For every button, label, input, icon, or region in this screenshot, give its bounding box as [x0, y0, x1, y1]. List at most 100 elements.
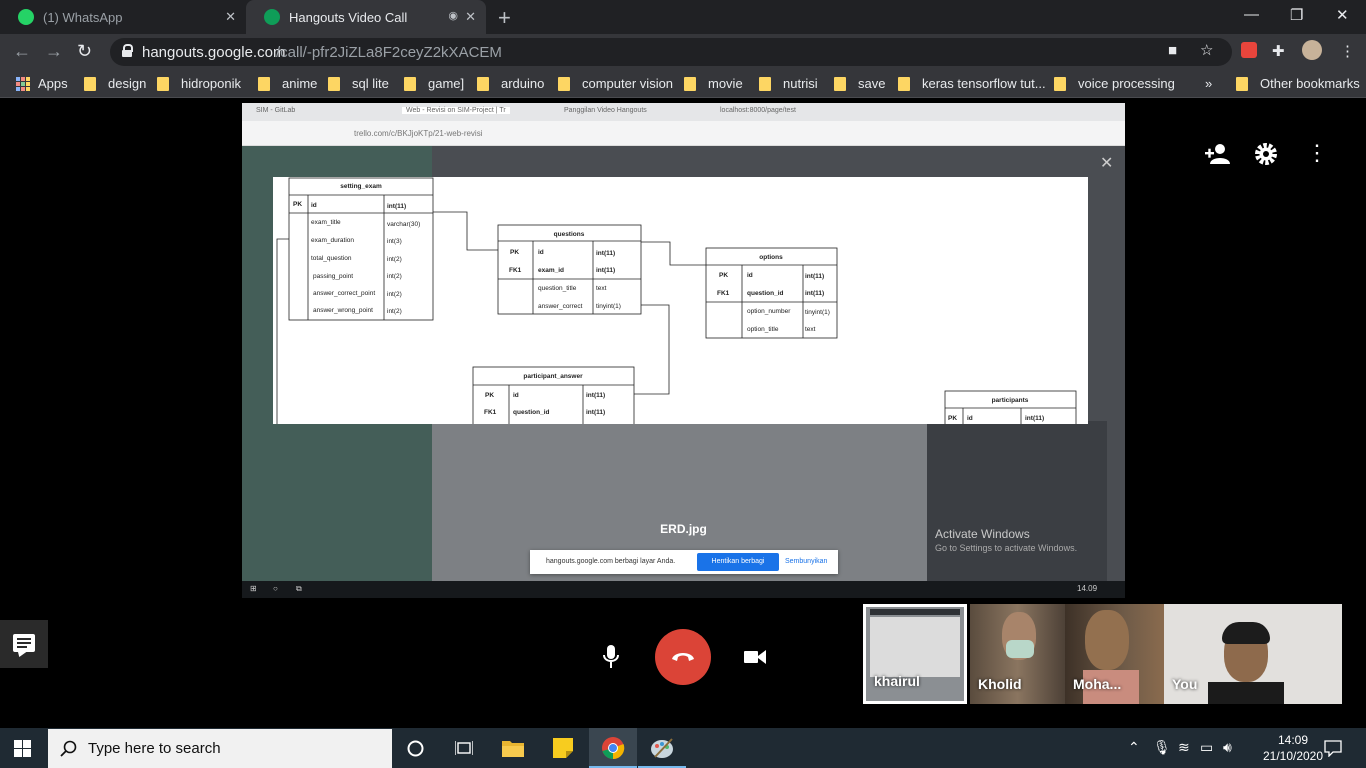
bookmark-voice-processing[interactable]: voice processing — [1054, 76, 1175, 91]
hide-button[interactable]: Sembunyikan — [785, 558, 827, 565]
forward-icon[interactable]: → — [45, 41, 63, 62]
bookmark-design[interactable]: design — [84, 76, 146, 91]
erd-field: exam_title — [311, 219, 341, 226]
close-window-icon[interactable]: ✕ — [1336, 6, 1349, 24]
bookmark-save[interactable]: save — [834, 76, 885, 91]
file-explorer-button[interactable] — [489, 728, 537, 768]
cortana-button[interactable] — [392, 728, 440, 768]
hang-up-button[interactable] — [655, 629, 711, 685]
volume-icon[interactable]: 🔊︎ — [1223, 739, 1232, 756]
stop-sharing-button[interactable]: Hentikan berbagi — [697, 553, 779, 571]
notifications-icon[interactable] — [1324, 740, 1342, 757]
bookmark-other[interactable]: Other bookmarks — [1236, 76, 1360, 91]
bookmark-game[interactable]: game] — [404, 76, 464, 91]
folder-icon — [477, 76, 489, 91]
erd-type: int(11) — [596, 267, 615, 274]
url-path: /call/-pfr2JiZLa8F2ceyZ2kXACEM — [276, 44, 502, 61]
erd-key: FK1 — [484, 409, 497, 416]
erd-key: FK1 — [509, 267, 522, 274]
settings-gear-icon[interactable] — [1255, 143, 1277, 165]
erd-table-title: options — [759, 254, 783, 261]
erd-field: answer_correct — [538, 303, 583, 310]
taskbar-date[interactable]: 21/10/2020 — [1262, 749, 1324, 763]
recording-indicator-icon: ◉ — [448, 10, 458, 22]
extension-icon[interactable] — [1241, 42, 1257, 58]
profile-avatar[interactable] — [1302, 40, 1322, 60]
participant-thumbnail-you[interactable]: You — [1164, 604, 1342, 704]
paint-button[interactable] — [638, 728, 686, 768]
reload-icon[interactable]: ↻ — [77, 41, 92, 62]
participant-thumbnail-khairul[interactable]: khairul — [863, 604, 967, 704]
bookmark-apps[interactable]: Apps — [16, 76, 68, 91]
erd-table-title: questions — [554, 231, 585, 238]
bookmark-star-icon[interactable]: ☆ — [1200, 41, 1213, 59]
erd-field: total_question — [311, 255, 352, 262]
folder-icon — [404, 76, 416, 91]
shared-tab: SIM - GitLab — [256, 107, 296, 114]
erd-field: answer_correct_point — [313, 290, 375, 297]
participant-thumbnail-kholid[interactable]: Kholid — [970, 604, 1065, 704]
bookmark-hidroponik[interactable]: hidroponik — [157, 76, 241, 91]
hangouts-call-area: ⋮ SIM - GitLab Web - Revisi on SIM-Proje… — [0, 98, 1366, 728]
task-view-icon — [455, 741, 473, 755]
bookmark-label: » — [1205, 76, 1213, 91]
bookmark-keras[interactable]: keras tensorflow tut... — [898, 76, 1046, 91]
bookmark-label: arduino — [501, 76, 545, 91]
viewer-close-icon[interactable]: ✕ — [1100, 153, 1113, 173]
screen-root: (1) WhatsApp ✕ Hangouts Video Call ◉ ✕ +… — [0, 0, 1366, 768]
extensions-puzzle-icon[interactable]: ✚ — [1272, 42, 1285, 60]
participant-hair — [1222, 622, 1270, 644]
bookmark-computer-vision[interactable]: computer vision — [558, 76, 673, 91]
paint-palette-icon — [651, 738, 673, 758]
erd-type: text — [596, 285, 607, 292]
search-icon — [60, 740, 77, 757]
address-bar[interactable]: hangouts.google.com /call/-pfr2JiZLa8F2c… — [110, 38, 1232, 66]
tab-whatsapp[interactable]: (1) WhatsApp ✕ — [0, 0, 246, 34]
erd-key: FK1 — [717, 290, 730, 297]
erd-type: int(11) — [596, 250, 615, 257]
folder-icon — [84, 76, 96, 91]
erd-field: passing_point — [313, 273, 353, 280]
erd-key: PK — [948, 415, 957, 422]
chat-button[interactable] — [0, 620, 48, 668]
browser-menu-icon[interactable]: ⋮ — [1340, 42, 1355, 60]
chrome-button[interactable] — [589, 728, 637, 768]
bookmarks-overflow-button[interactable]: » — [1205, 76, 1212, 91]
back-icon[interactable]: ← — [13, 41, 31, 62]
add-person-icon[interactable] — [1205, 143, 1231, 165]
show-hidden-icons-icon[interactable]: ⌃ — [1128, 739, 1140, 756]
camera-icon[interactable]: ■ — [1168, 42, 1177, 59]
close-tab-icon[interactable]: ✕ — [465, 9, 476, 25]
sticky-notes-button[interactable] — [539, 728, 587, 768]
tab-hangouts[interactable]: Hangouts Video Call ◉ ✕ — [246, 0, 486, 34]
erd-type: int(11) — [805, 273, 824, 280]
new-tab-button[interactable]: + — [498, 5, 511, 31]
bookmark-anime[interactable]: anime — [258, 76, 317, 91]
microphone-icon[interactable] — [601, 644, 621, 670]
participant-thumbnail-moha[interactable]: Moha... — [1065, 604, 1164, 704]
taskbar-time[interactable]: 14:09 — [1262, 733, 1324, 747]
folder-icon — [1054, 76, 1066, 91]
start-button[interactable] — [14, 740, 32, 758]
shared-page: setting_exam PK id int(11) exam_title va… — [242, 146, 1125, 581]
battery-icon[interactable]: ▭ — [1200, 739, 1213, 756]
erd-type: int(11) — [1025, 415, 1044, 422]
sticky-notes-icon — [553, 738, 573, 758]
shared-taskbar: ⊞ ○ ⧉ 14.09 — [242, 581, 1125, 598]
folder-icon — [834, 76, 846, 91]
taskbar-search-box[interactable]: Type here to search — [48, 729, 392, 768]
restore-icon[interactable]: ❐ — [1290, 6, 1303, 24]
bookmark-arduino[interactable]: arduino — [477, 76, 544, 91]
video-camera-icon[interactable] — [744, 649, 766, 665]
microphone-tray-icon[interactable]: 🎙︎ — [1153, 739, 1171, 756]
bookmark-sql-lite[interactable]: sql lite — [328, 76, 389, 91]
task-view-button[interactable] — [440, 728, 488, 768]
bookmark-movie[interactable]: movie — [684, 76, 743, 91]
bookmark-nutrisi[interactable]: nutrisi — [759, 76, 818, 91]
more-options-icon[interactable]: ⋮ — [1306, 142, 1328, 164]
close-tab-icon[interactable]: ✕ — [225, 9, 236, 25]
bookmark-label: movie — [708, 76, 743, 91]
minimize-icon[interactable]: — — [1244, 6, 1259, 23]
erd-field: question_title — [538, 285, 577, 292]
network-icon[interactable]: ≋ — [1178, 739, 1190, 756]
